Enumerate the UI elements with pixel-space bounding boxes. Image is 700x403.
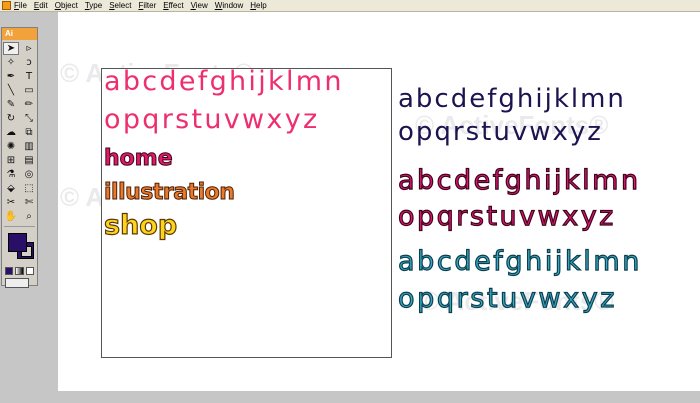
artboard-alphabet-line2[interactable]: opqrstuvwxyz xyxy=(104,104,319,135)
blend-icon[interactable]: ◎ xyxy=(21,168,37,181)
fill-color-swatch[interactable] xyxy=(8,233,27,252)
teal-alphabet-line2[interactable]: opqrstuvwxyz xyxy=(397,282,617,314)
scissors-icon[interactable]: ✄ xyxy=(21,196,37,209)
mesh-icon[interactable]: ⊞ xyxy=(3,154,19,167)
tools-divider xyxy=(4,226,35,229)
symbol-sprayer-icon[interactable]: ✺ xyxy=(3,140,19,153)
color-mode-icon[interactable] xyxy=(5,267,14,275)
word-illustration[interactable]: illustration xyxy=(103,180,235,206)
menu-view[interactable]: View xyxy=(191,1,208,10)
menu-window[interactable]: Window xyxy=(215,1,243,10)
fill-stroke-swatches xyxy=(4,231,35,265)
word-home[interactable]: home xyxy=(104,146,174,172)
pen-icon[interactable]: ✒ xyxy=(3,70,19,83)
menu-file[interactable]: File xyxy=(14,1,27,10)
eyedropper-icon[interactable]: ⚗ xyxy=(3,168,19,181)
artboard-alphabet-line1[interactable]: abcdefghijklmn xyxy=(104,66,344,97)
tools-panel-header[interactable]: Ai xyxy=(2,28,37,40)
none-mode-icon[interactable] xyxy=(25,267,34,275)
pencil-icon[interactable]: ✏ xyxy=(21,98,37,111)
menu-select[interactable]: Select xyxy=(109,1,131,10)
tools-panel: Ai ➤ ▹ ✧ ↄ ✒ T ╲ ▭ ✎ ✏ ↻ ⤡ ☁ ⧉ ✺ ▥ ⊞ ▤ ⚗ ◎ ⬙ ⬚ ✂ ✄ ✋ ⌕ xyxy=(1,27,38,288)
gradient-mode-icon[interactable] xyxy=(15,267,24,275)
navy-alphabet-line1[interactable]: abcdefghijklmn xyxy=(398,84,626,114)
menu-edit[interactable]: Edit xyxy=(34,1,48,10)
tool-grid: ➤ ▹ ✧ ↄ ✒ T ╲ ▭ ✎ ✏ ↻ ⤡ ☁ ⧉ ✺ ▥ ⊞ ▤ ⚗ ◎ ⬙ ⬚ ✂ ✄ ✋ ⌕ xyxy=(2,40,37,225)
magenta-alphabet-line2[interactable]: opqrstuvwxyz xyxy=(397,200,616,232)
warp-icon[interactable]: ☁ xyxy=(3,126,19,139)
menu-object[interactable]: Object xyxy=(55,1,78,10)
slice-icon[interactable]: ✂ xyxy=(3,196,19,209)
navy-alphabet-line2[interactable]: opqrstuvwxyz xyxy=(398,117,603,147)
scale-icon[interactable]: ⤡ xyxy=(21,112,37,125)
direct-selection-icon[interactable]: ▹ xyxy=(21,42,37,55)
magic-wand-icon[interactable]: ✧ xyxy=(3,56,19,69)
free-transform-icon[interactable]: ⧉ xyxy=(21,126,37,139)
selection-arrow-icon[interactable]: ➤ xyxy=(3,42,19,55)
live-paint-selection-icon[interactable]: ⬚ xyxy=(21,182,37,195)
rectangle-icon[interactable]: ▭ xyxy=(21,84,37,97)
rotate-icon[interactable]: ↻ xyxy=(3,112,19,125)
gradient-icon[interactable]: ▤ xyxy=(21,154,37,167)
line-icon[interactable]: ╲ xyxy=(3,84,19,97)
teal-alphabet-line1[interactable]: abcdefghijklmn xyxy=(397,245,642,277)
illustrator-app-icon[interactable] xyxy=(2,1,11,10)
zoom-icon[interactable]: ⌕ xyxy=(21,210,37,223)
hand-icon[interactable]: ✋ xyxy=(3,210,19,223)
word-shop[interactable]: shop xyxy=(103,209,177,241)
color-mode-buttons xyxy=(2,267,37,275)
paintbrush-icon[interactable]: ✎ xyxy=(3,98,19,111)
graph-icon[interactable]: ▥ xyxy=(21,140,37,153)
menu-bar: File Edit Object Type Select Filter Effe… xyxy=(0,0,700,12)
magenta-alphabet-line1[interactable]: abcdefghijklmn xyxy=(397,164,641,196)
workspace-bottom-pasteboard xyxy=(58,391,700,403)
type-icon[interactable]: T xyxy=(21,70,37,83)
menu-filter[interactable]: Filter xyxy=(138,1,156,10)
lasso-icon[interactable]: ↄ xyxy=(21,56,37,69)
menu-help[interactable]: Help xyxy=(250,1,266,10)
menu-type[interactable]: Type xyxy=(85,1,102,10)
menu-effect[interactable]: Effect xyxy=(163,1,183,10)
live-paint-icon[interactable]: ⬙ xyxy=(3,182,19,195)
screen-mode-buttons xyxy=(2,278,37,288)
screen-mode-icon[interactable] xyxy=(5,278,29,288)
